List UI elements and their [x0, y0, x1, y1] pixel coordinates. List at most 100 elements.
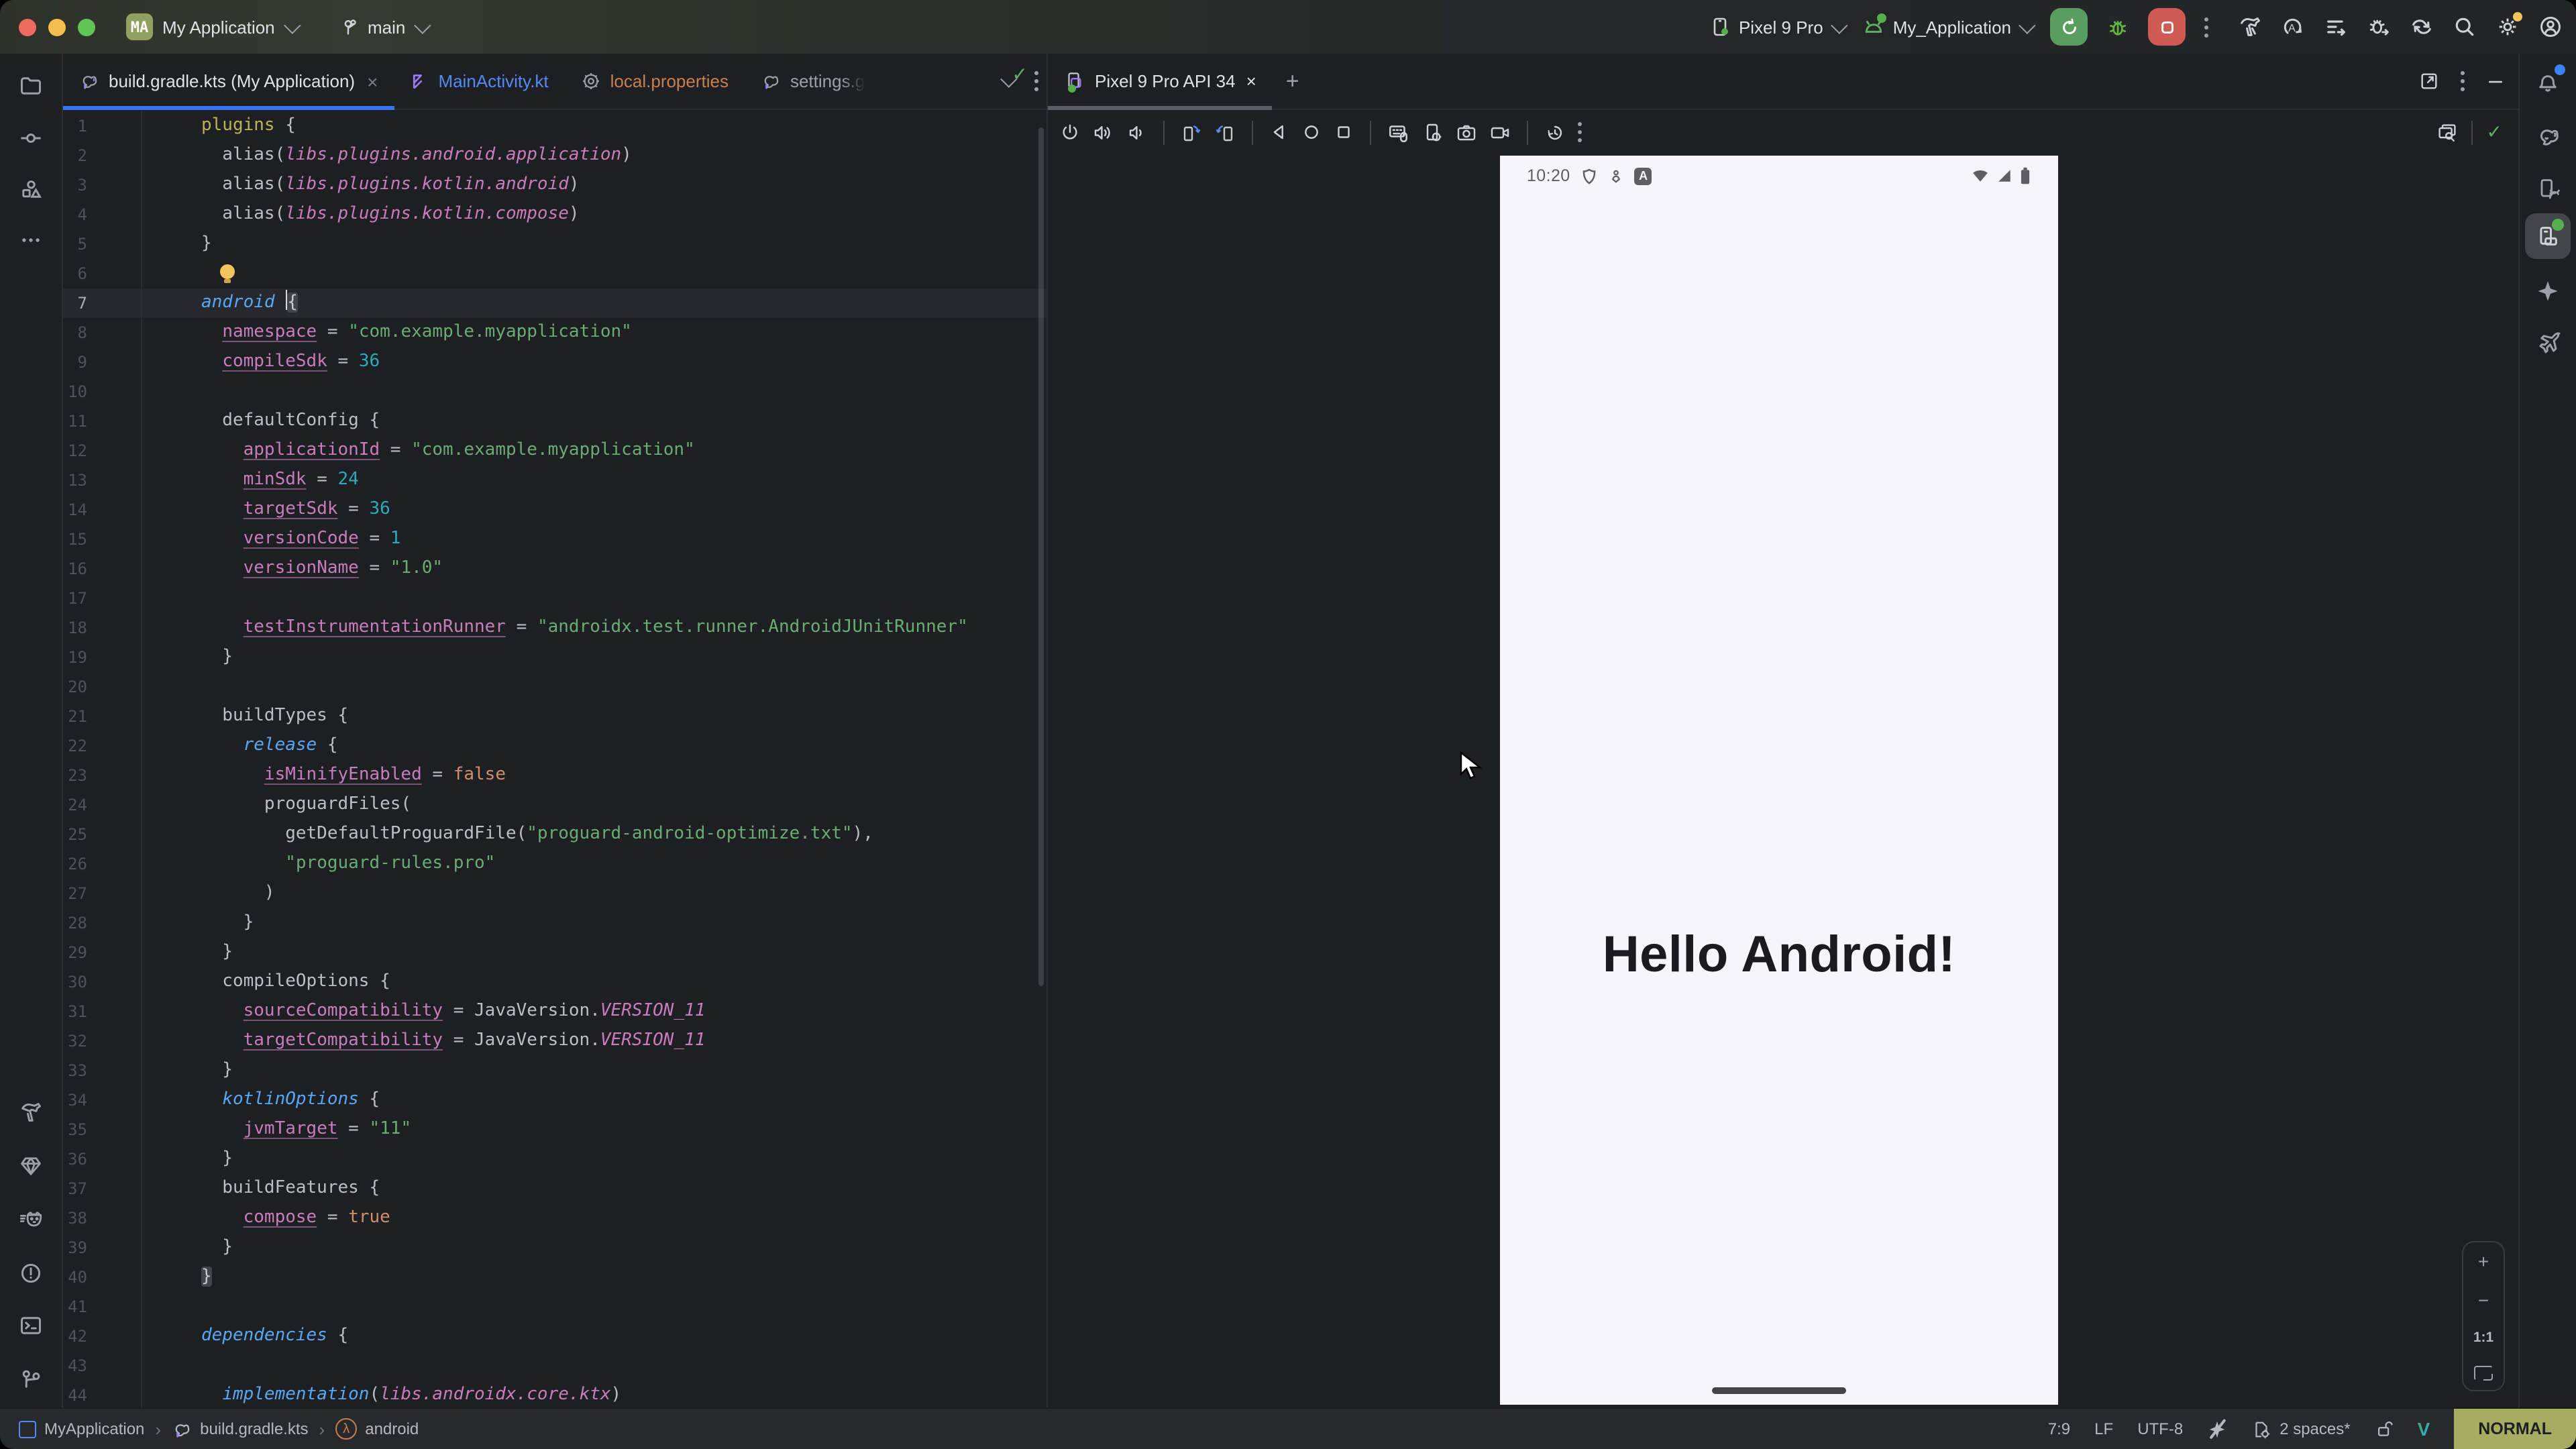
device-screen[interactable]: 10:20 A — [1500, 156, 2058, 1405]
actual-size-button[interactable]: 1:1 — [2473, 1330, 2493, 1346]
screen-record-icon[interactable] — [1489, 121, 1511, 143]
screenshot-icon[interactable] — [1456, 121, 1477, 143]
indent-widget[interactable]: 2 spaces* — [2251, 1419, 2350, 1439]
code-line[interactable]: 20 — [63, 672, 1046, 702]
code-line[interactable]: 5} — [63, 229, 1046, 259]
zoom-window-button[interactable] — [78, 19, 95, 36]
code-line[interactable]: 41 — [63, 1292, 1046, 1322]
code-line[interactable]: 9 compileSdk = 36 — [63, 347, 1046, 377]
code-line[interactable]: 12 applicationId = "com.example.myapplic… — [63, 436, 1046, 466]
code-line[interactable]: 44 implementation(libs.androidx.core.ktx… — [63, 1381, 1046, 1409]
build-tool-button[interactable] — [8, 1089, 54, 1135]
run-configuration-selector[interactable]: My_Application — [1862, 15, 2031, 38]
code-line[interactable]: 25 getDefaultProguardFile("proguard-andr… — [63, 820, 1046, 849]
code-line[interactable]: 34 kotlinOptions { — [63, 1085, 1046, 1115]
vim-mode-badge[interactable]: NORMAL — [2454, 1409, 2576, 1449]
panel-options-kebab-icon[interactable] — [2461, 71, 2465, 91]
tab-local-properties[interactable]: local.properties — [565, 54, 745, 109]
minimize-window-button[interactable] — [48, 19, 66, 36]
code-line[interactable]: 15 versionCode = 1 — [63, 525, 1046, 554]
airplane-tool-button[interactable] — [2525, 319, 2571, 365]
search-everywhere-button[interactable] — [2453, 15, 2477, 39]
ui-check-icon[interactable] — [2437, 121, 2459, 143]
running-devices-tool-button[interactable] — [2525, 213, 2571, 259]
tab-mainactivity-kt[interactable]: MainActivity.kt — [394, 54, 564, 109]
close-tab-icon[interactable]: × — [367, 70, 378, 92]
quick-fix-bulb-icon[interactable] — [220, 264, 237, 282]
code-line[interactable]: 13 minSdk = 24 — [63, 466, 1046, 495]
volume-down-icon[interactable] — [1126, 121, 1147, 143]
code-line[interactable]: 39 } — [63, 1233, 1046, 1263]
code-line[interactable]: 42dependencies { — [63, 1322, 1046, 1351]
device-manager-tool-button[interactable] — [2525, 166, 2571, 212]
code-line[interactable]: 22 release { — [63, 731, 1046, 761]
code-line[interactable]: 4 alias(libs.plugins.kotlin.compose) — [63, 200, 1046, 229]
line-separator-widget[interactable]: LF — [2094, 1419, 2113, 1438]
code-line[interactable]: 26 "proguard-rules.pro" — [63, 849, 1046, 879]
hide-panel-icon[interactable] — [2486, 72, 2505, 91]
tab-pixel-9-pro-api-34[interactable]: Pixel 9 Pro API 34 × — [1048, 54, 1273, 109]
code-line[interactable]: 14 targetSdk = 36 — [63, 495, 1046, 525]
project-widget[interactable]: MA My Application — [126, 0, 297, 54]
caret-position-widget[interactable]: 7:9 — [2048, 1419, 2070, 1438]
code-line[interactable]: 17 — [63, 584, 1046, 613]
open-in-new-window-icon[interactable] — [2419, 71, 2439, 91]
fit-to-window-button[interactable] — [2474, 1365, 2493, 1380]
device-selector[interactable]: Pixel 9 Pro — [1709, 16, 1843, 38]
zoom-out-button[interactable]: − — [2478, 1291, 2489, 1309]
notifications-tool-button[interactable] — [2525, 59, 2571, 105]
device-settings-icon[interactable] — [1422, 121, 1444, 143]
resource-manager-tool-button[interactable] — [8, 166, 54, 212]
overview-icon[interactable] — [1334, 122, 1354, 142]
logcat-tool-button[interactable] — [8, 1197, 54, 1242]
code-line[interactable]: 1plugins { — [63, 111, 1046, 141]
code-line[interactable]: 10 — [63, 377, 1046, 407]
snapshot-reset-icon[interactable] — [1544, 121, 1566, 143]
vim-plugin-icon[interactable]: V — [2418, 1418, 2430, 1440]
rotate-right-icon[interactable] — [1214, 121, 1236, 143]
close-tab-icon[interactable]: × — [1246, 71, 1256, 91]
back-icon[interactable] — [1269, 122, 1289, 142]
code-line[interactable]: 28 } — [63, 908, 1046, 938]
code-line[interactable]: 36 } — [63, 1144, 1046, 1174]
code-line[interactable]: 18 testInstrumentationRunner = "androidx… — [63, 613, 1046, 643]
sync-project-button[interactable] — [2410, 15, 2434, 39]
debug-button[interactable] — [2106, 15, 2129, 38]
breadcrumb-block[interactable]: λ android — [335, 1418, 419, 1440]
apply-changes-button[interactable]: A — [2281, 15, 2305, 39]
breadcrumb-module[interactable]: MyApplication — [19, 1419, 144, 1438]
editor-scrollbar[interactable] — [1038, 127, 1044, 986]
code-line[interactable]: 6 — [63, 259, 1046, 288]
code-line[interactable]: 35 jvmTarget = "11" — [63, 1115, 1046, 1144]
gemini-sparkle-tool-button[interactable] — [2525, 268, 2571, 314]
code-line[interactable]: 40} — [63, 1263, 1046, 1292]
home-icon[interactable] — [1301, 122, 1322, 142]
settings-gear-button[interactable] — [2496, 15, 2520, 39]
code-line[interactable]: 8 namespace = "com.example.myapplication… — [63, 318, 1046, 347]
rerun-button[interactable] — [2050, 8, 2088, 46]
code-line[interactable]: 37 buildFeatures { — [63, 1174, 1046, 1203]
tab-settings-gradle[interactable]: settings.g — [745, 54, 881, 109]
code-line[interactable]: 2 alias(libs.plugins.android.application… — [63, 141, 1046, 170]
code-line[interactable]: 43 — [63, 1351, 1046, 1381]
home-indicator-bar[interactable] — [1712, 1387, 1846, 1394]
emulator-more-kebab-icon[interactable] — [1578, 122, 1582, 142]
code-line[interactable]: 24 proguardFiles( — [63, 790, 1046, 820]
commit-tool-button[interactable] — [8, 115, 54, 161]
hardware-input-icon[interactable] — [1387, 121, 1410, 144]
zoom-in-button[interactable]: + — [2478, 1252, 2489, 1271]
code-line[interactable]: 27 ) — [63, 879, 1046, 908]
user-profile-button[interactable] — [2538, 15, 2563, 39]
code-line[interactable]: 11 defaultConfig { — [63, 407, 1046, 436]
attach-debugger-button[interactable] — [2367, 15, 2391, 39]
rotate-left-icon[interactable] — [1181, 121, 1202, 143]
build-button[interactable] — [2238, 15, 2262, 39]
encoding-widget[interactable]: UTF-8 — [2137, 1419, 2183, 1438]
version-control-tool-button[interactable] — [8, 1356, 54, 1402]
code-line[interactable]: 21 buildTypes { — [63, 702, 1046, 731]
editor-options-kebab-icon[interactable] — [1034, 71, 1038, 91]
unlocked-icon[interactable] — [2375, 1419, 2394, 1438]
code-line[interactable]: 23 isMinifyEnabled = false — [63, 761, 1046, 790]
apply-code-changes-button[interactable] — [2324, 15, 2348, 39]
code-line[interactable]: 7android { — [63, 288, 1046, 318]
